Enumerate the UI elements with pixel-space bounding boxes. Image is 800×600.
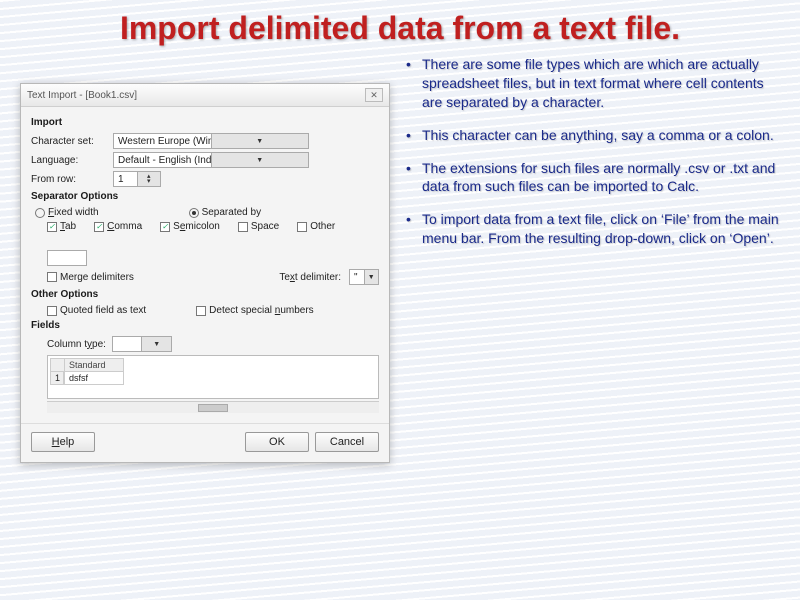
- preview-cell: dsfsf: [64, 372, 124, 385]
- ok-button[interactable]: OK: [245, 432, 309, 452]
- detect-check[interactable]: Detect special numbers: [196, 305, 314, 316]
- textdelim-combo[interactable]: " ▼: [349, 269, 379, 285]
- preview-rownum: 1: [50, 372, 64, 385]
- charset-label: Character set:: [31, 136, 107, 147]
- charset-value: Western Europe (Windows-1252/WinLatin 1): [114, 136, 211, 147]
- chevron-down-icon: ▼: [364, 270, 379, 284]
- fixed-width-label: Fixed width: [48, 207, 99, 218]
- separated-by-radio[interactable]: Separated by: [189, 207, 262, 218]
- fields-preview: Standard 1 dsfsf: [47, 355, 379, 399]
- dialog-titlebar: Text Import - [Book1.csv] ✕: [21, 84, 389, 107]
- separated-by-label: Separated by: [202, 207, 262, 218]
- help-button[interactable]: Help: [31, 432, 95, 452]
- import-header: Import: [31, 117, 379, 128]
- other-label: Other: [310, 221, 335, 232]
- quoted-check[interactable]: Quoted field as text: [47, 305, 146, 316]
- separator-header: Separator Options: [31, 191, 379, 202]
- chevron-down-icon: ▼: [211, 153, 309, 167]
- preview-corner: [50, 358, 64, 372]
- tab-label: Tab: [60, 221, 76, 232]
- fixed-width-radio[interactable]: Fixed width: [35, 207, 99, 218]
- space-label: Space: [251, 221, 279, 232]
- quoted-label: Quoted field as text: [60, 305, 146, 316]
- other-check[interactable]: Other: [297, 221, 335, 232]
- merge-label: Merge delimiters: [60, 272, 134, 283]
- fromrow-label: From row:: [31, 174, 107, 185]
- horizontal-scrollbar[interactable]: [47, 401, 379, 413]
- fields-header: Fields: [31, 320, 379, 331]
- list-item: This character can be anything, say a co…: [406, 126, 780, 145]
- textdelim-value: ": [350, 272, 364, 283]
- tab-check[interactable]: Tab: [47, 221, 76, 232]
- close-icon[interactable]: ✕: [365, 88, 383, 102]
- coltype-combo[interactable]: ▼: [112, 336, 172, 352]
- language-combo[interactable]: Default - English (India) ▼: [113, 152, 309, 168]
- spinner-arrows-icon: ▴▾: [137, 172, 161, 186]
- other-options-header: Other Options: [31, 289, 379, 300]
- bullet-list: There are some file types which are whic…: [406, 55, 780, 248]
- semicolon-check[interactable]: Semicolon: [160, 221, 220, 232]
- list-item: To import data from a text file, click o…: [406, 210, 780, 248]
- text-import-dialog: Text Import - [Book1.csv] ✕ Import Chara…: [20, 83, 390, 463]
- language-label: Language:: [31, 155, 107, 166]
- list-item: There are some file types which are whic…: [406, 55, 780, 112]
- other-input[interactable]: [47, 250, 87, 266]
- comma-label: Comma: [107, 221, 142, 232]
- fromrow-spinner[interactable]: 1 ▴▾: [113, 171, 161, 187]
- textdelim-label: Text delimiter:: [279, 272, 341, 283]
- cancel-button[interactable]: Cancel: [315, 432, 379, 452]
- language-value: Default - English (India): [114, 155, 211, 166]
- chevron-down-icon: ▼: [211, 134, 309, 148]
- detect-label: Detect special numbers: [209, 305, 314, 316]
- dialog-title: Text Import - [Book1.csv]: [27, 90, 137, 101]
- merge-check[interactable]: Merge delimiters: [47, 272, 134, 283]
- space-check[interactable]: Space: [238, 221, 279, 232]
- list-item: The extensions for such files are normal…: [406, 159, 780, 197]
- charset-combo[interactable]: Western Europe (Windows-1252/WinLatin 1)…: [113, 133, 309, 149]
- chevron-down-icon: ▼: [141, 337, 171, 351]
- semicolon-label: Semicolon: [173, 221, 220, 232]
- comma-check[interactable]: Comma: [94, 221, 142, 232]
- preview-col-header[interactable]: Standard: [64, 358, 124, 372]
- coltype-label: Column type:: [47, 339, 106, 350]
- slide-title: Import delimited data from a text file.: [0, 0, 800, 51]
- fromrow-value: 1: [114, 174, 137, 185]
